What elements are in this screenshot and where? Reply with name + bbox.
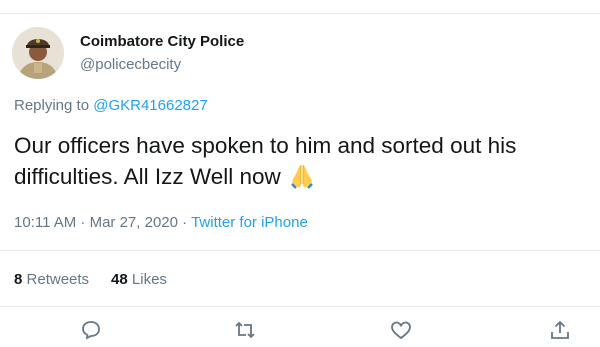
- officer-avatar-image: [12, 27, 64, 79]
- like-button[interactable]: [389, 318, 413, 342]
- tweet-text: Our officers have spoken to him and sort…: [14, 130, 589, 197]
- avatar[interactable]: [12, 27, 64, 79]
- replying-to-line: Replying to @GKR41662827: [14, 97, 208, 114]
- likes-stat[interactable]: 48 Likes: [111, 271, 167, 288]
- retweet-button[interactable]: [233, 318, 257, 342]
- retweets-label: Retweets: [26, 271, 90, 288]
- replying-label: Replying to: [14, 97, 90, 114]
- retweets-count: 8: [14, 271, 23, 288]
- speech-bubble-icon: [82, 321, 100, 340]
- engagement-stats: 8 Retweets 48 Likes: [14, 271, 167, 288]
- timestamp[interactable]: 10:11 AM · Mar 27, 2020: [14, 214, 178, 231]
- actions-top-divider: [0, 306, 600, 307]
- tweet-meta: 10:11 AM · Mar 27, 2020 · Twitter for iP…: [14, 214, 308, 231]
- replying-to-link[interactable]: @GKR41662827: [93, 97, 207, 114]
- author-handle[interactable]: @policecbecity: [80, 56, 181, 73]
- upload-arrow-icon: [551, 320, 569, 339]
- likes-label: Likes: [131, 271, 167, 288]
- heart-icon: [391, 321, 411, 340]
- retweet-arrows-icon: [235, 321, 255, 339]
- reply-button[interactable]: [79, 318, 103, 342]
- author-name[interactable]: Coimbatore City Police: [80, 33, 244, 50]
- share-button[interactable]: [548, 318, 572, 342]
- top-divider: [0, 0, 600, 14]
- tweet-body: Our officers have spoken to him and sort…: [14, 133, 517, 189]
- meta-separator: ·: [182, 214, 188, 231]
- retweets-stat[interactable]: 8 Retweets: [14, 271, 89, 288]
- source-link[interactable]: Twitter for iPhone: [191, 214, 308, 231]
- folded-hands-icon: [289, 163, 315, 197]
- stats-top-divider: [0, 250, 600, 251]
- likes-count: 48: [111, 271, 128, 288]
